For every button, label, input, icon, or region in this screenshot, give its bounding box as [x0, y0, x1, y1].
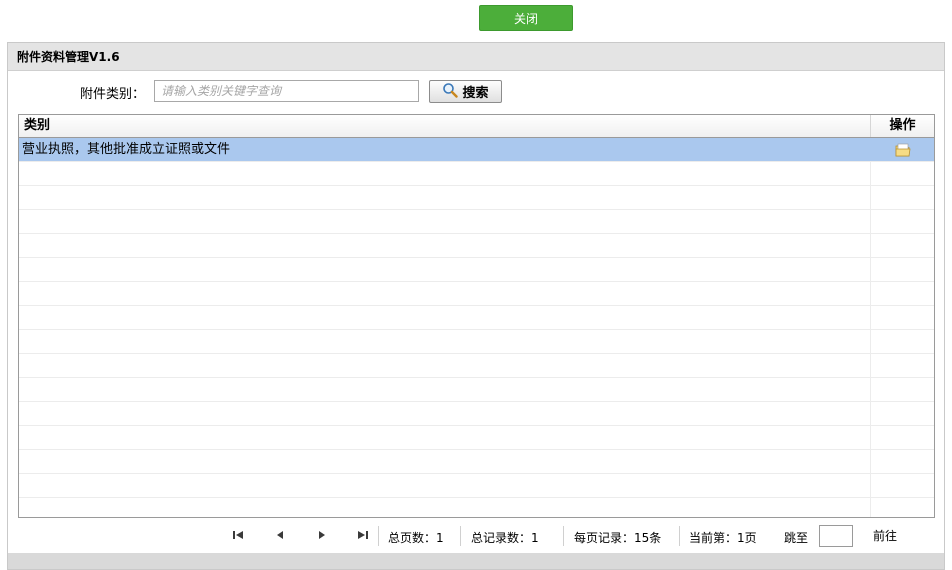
- actions-cell: [871, 306, 934, 329]
- empty-table-row: [19, 474, 934, 498]
- actions-cell: [871, 378, 934, 401]
- category-cell: [19, 330, 871, 353]
- category-search-input[interactable]: [154, 80, 419, 102]
- category-cell: [19, 498, 871, 517]
- search-button[interactable]: 搜索: [429, 80, 502, 103]
- actions-cell: [871, 330, 934, 353]
- empty-table-row: [19, 162, 934, 186]
- header-actions: 操作: [889, 118, 916, 133]
- next-page-icon[interactable]: [316, 529, 328, 541]
- current-page: 当前第：1页: [689, 531, 757, 545]
- empty-table-row: [19, 210, 934, 234]
- empty-table-row: [19, 258, 934, 282]
- total-records: 总记录数：1: [471, 531, 539, 545]
- category-cell: [19, 234, 871, 257]
- grid-header: 类别 操作: [19, 115, 934, 138]
- close-button[interactable]: 关闭: [479, 5, 573, 31]
- category-cell: [19, 306, 871, 329]
- jump-label: 跳至: [784, 531, 809, 545]
- category-cell: [19, 426, 871, 449]
- actions-cell: [871, 138, 934, 161]
- category-cell: [19, 402, 871, 425]
- prev-page-icon[interactable]: [274, 529, 286, 541]
- category-label: 附件类别：: [80, 87, 146, 102]
- category-cell: [19, 186, 871, 209]
- empty-table-row: [19, 330, 934, 354]
- empty-table-row: [19, 186, 934, 210]
- category-grid: 类别 操作 营业执照，其他批准成立证照或文件: [18, 114, 935, 518]
- empty-table-row: [19, 450, 934, 474]
- actions-cell: [871, 234, 934, 257]
- empty-table-row: [19, 426, 934, 450]
- category-cell: 营业执照，其他批准成立证照或文件: [19, 138, 871, 161]
- go-button[interactable]: 前往: [873, 527, 897, 544]
- category-cell: [19, 282, 871, 305]
- actions-cell: [871, 282, 934, 305]
- actions-cell: [871, 210, 934, 233]
- category-cell: [19, 450, 871, 473]
- magnifier-icon: [442, 82, 459, 102]
- category-cell: [19, 162, 871, 185]
- empty-table-row: [19, 378, 934, 402]
- empty-table-row: [19, 234, 934, 258]
- actions-cell: [871, 402, 934, 425]
- category-cell: [19, 474, 871, 497]
- actions-cell: [871, 426, 934, 449]
- empty-table-row: [19, 498, 934, 517]
- pagination-bar: 总页数：1 总记录数：1 每页记录：15条 当前第：1页 跳至 前往: [8, 524, 944, 548]
- actions-cell: [871, 258, 934, 281]
- empty-table-row: [19, 306, 934, 330]
- header-category[interactable]: 类别: [19, 115, 871, 137]
- category-cell: [19, 378, 871, 401]
- search-button-label: 搜索: [462, 86, 489, 101]
- jump-page-input[interactable]: [819, 525, 853, 547]
- total-pages: 总页数：1: [388, 531, 444, 545]
- actions-cell: [871, 474, 934, 497]
- table-row[interactable]: 营业执照，其他批准成立证照或文件: [19, 138, 934, 162]
- attachment-management-panel: 附件资料管理V1.6 附件类别： 搜索 类别 操作 营业执照，其他批准成立证照或…: [7, 42, 945, 570]
- actions-cell: [871, 186, 934, 209]
- empty-table-row: [19, 402, 934, 426]
- category-cell: [19, 210, 871, 233]
- grid-body: 营业执照，其他批准成立证照或文件: [19, 138, 934, 517]
- panel-title: 附件资料管理V1.6: [8, 43, 944, 71]
- search-bar: 附件类别： 搜索: [8, 80, 944, 104]
- actions-cell: [871, 354, 934, 377]
- panel-footer-bar: [8, 553, 944, 569]
- category-cell: [19, 354, 871, 377]
- actions-cell: [871, 498, 934, 517]
- last-page-icon[interactable]: [357, 529, 369, 541]
- empty-table-row: [19, 282, 934, 306]
- records-per-page: 每页记录：15条: [574, 531, 662, 545]
- actions-cell: [871, 450, 934, 473]
- actions-cell: [871, 162, 934, 185]
- first-page-icon[interactable]: [232, 529, 244, 541]
- empty-table-row: [19, 354, 934, 378]
- folder-edit-icon[interactable]: [895, 143, 911, 157]
- category-cell: [19, 258, 871, 281]
